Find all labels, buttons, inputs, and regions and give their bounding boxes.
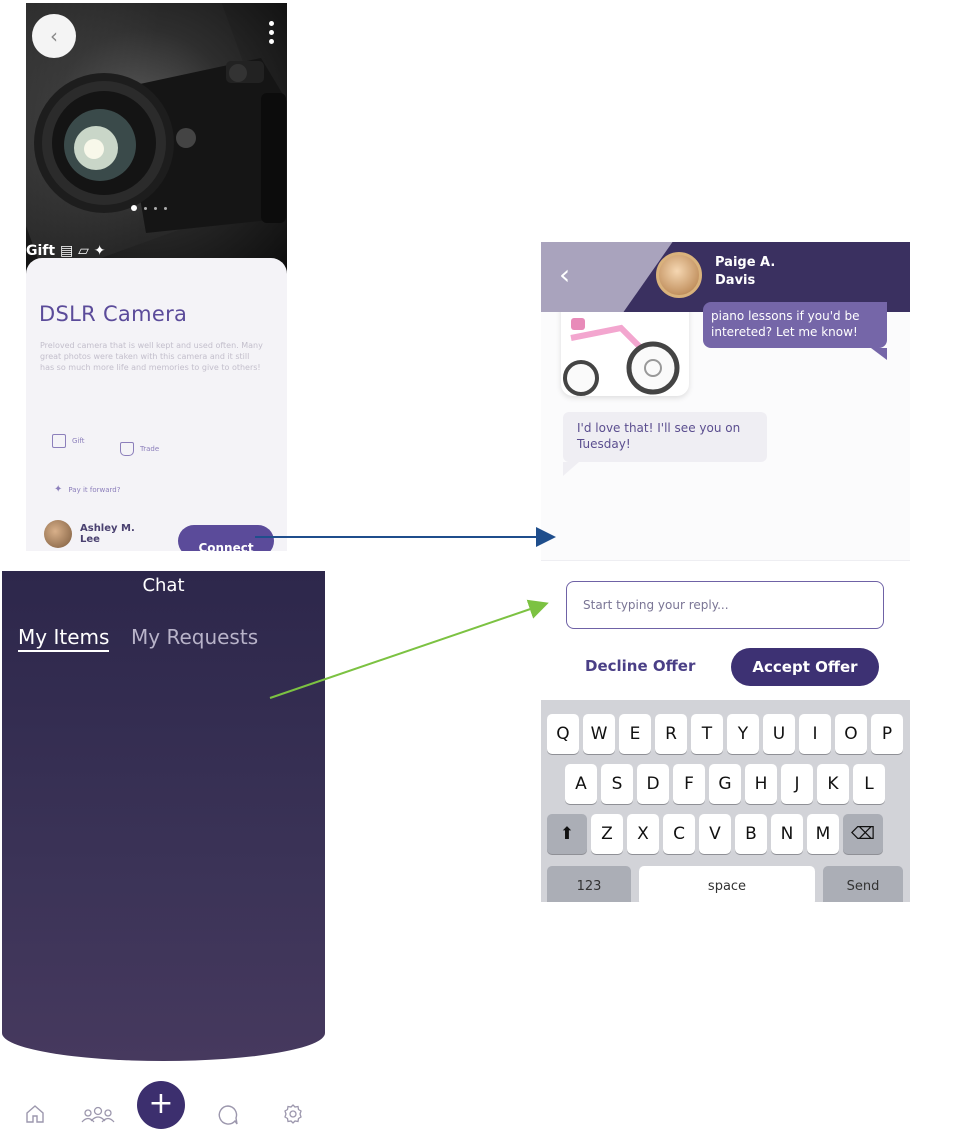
conversation-screen: ‹ Paige A. Davis piano lessons if you'd … [541, 242, 910, 902]
key-e[interactable]: E [619, 714, 651, 754]
shift-arrow-icon: ⬆ [559, 824, 575, 844]
basket-icon: ▱ [78, 243, 89, 259]
sparkle-icon: ✦ [93, 243, 106, 259]
key-m[interactable]: M [807, 814, 839, 854]
key-x[interactable]: X [627, 814, 659, 854]
incoming-message: piano lessons if you'd be intereted? Let… [703, 302, 887, 360]
accept-offer-button[interactable]: Accept Offer [731, 648, 879, 686]
key-n[interactable]: N [771, 814, 803, 854]
chat-bubble-icon[interactable] [216, 1103, 240, 1127]
keyboard-row-4: 123 space Send [547, 866, 903, 902]
option-trade-label: Trade [140, 445, 160, 453]
backspace-icon: ⌫ [850, 824, 876, 844]
item-detail-screen: ‹ Gift ▤ ▱ ✦ DSLR Camera Preloved camera… [26, 3, 287, 551]
avatar[interactable] [656, 252, 702, 298]
key-s[interactable]: S [601, 764, 633, 804]
key-b[interactable]: B [735, 814, 767, 854]
option-gift[interactable]: Gift [52, 434, 84, 448]
item-detail-card: DSLR Camera Preloved camera that is well… [26, 258, 287, 551]
back-button[interactable]: ‹ [559, 258, 570, 291]
shift-key[interactable]: ⬆ [547, 814, 587, 854]
back-button[interactable]: ‹ [32, 14, 76, 58]
key-z[interactable]: Z [591, 814, 623, 854]
key-v[interactable]: V [699, 814, 731, 854]
carousel-dots[interactable] [131, 205, 167, 211]
gift-label: Gift ▤ ▱ ✦ [26, 243, 105, 259]
tab-my-items[interactable]: My Items [18, 625, 110, 652]
keyboard: Q W E R T Y U I O P A S D F G H J K L ⬆ … [541, 700, 910, 902]
add-item-button[interactable]: + [137, 1081, 185, 1129]
chevron-left-icon: ‹ [559, 258, 571, 291]
basket-icon [120, 442, 134, 456]
people-icon[interactable] [80, 1103, 116, 1125]
backspace-key[interactable]: ⌫ [843, 814, 883, 854]
gift-icon: ▤ [59, 243, 74, 259]
key-c[interactable]: C [663, 814, 695, 854]
keyboard-row-2: A S D F G H J K L [565, 764, 885, 804]
key-y[interactable]: Y [727, 714, 759, 754]
reply-input[interactable] [566, 581, 884, 629]
gift-strip-text: Gift [26, 243, 56, 259]
key-p[interactable]: P [871, 714, 903, 754]
numbers-key[interactable]: 123 [547, 866, 631, 902]
key-r[interactable]: R [655, 714, 687, 754]
plus-icon: + [148, 1086, 174, 1121]
option-gift-label: Gift [72, 437, 85, 445]
key-w[interactable]: W [583, 714, 615, 754]
settings-icon[interactable] [282, 1103, 304, 1125]
chat-list-screen: Chat My Items My Requests + [2, 571, 325, 1136]
key-a[interactable]: A [565, 764, 597, 804]
key-l[interactable]: L [853, 764, 885, 804]
connect-button[interactable]: Connect [178, 525, 274, 551]
space-key[interactable]: space [639, 866, 815, 902]
chevron-left-icon: ‹ [50, 24, 58, 48]
reply-area: Decline Offer Accept Offer [541, 560, 910, 701]
key-o[interactable]: O [835, 714, 867, 754]
option-pay-it-forward[interactable]: ✦ Pay it forward? [54, 484, 120, 495]
key-h[interactable]: H [745, 764, 777, 804]
home-icon[interactable] [24, 1103, 46, 1125]
keyboard-row-1: Q W E R T Y U I O P [547, 714, 903, 754]
contact-name: Paige A. Davis [715, 255, 776, 288]
bicycle-image [563, 318, 680, 396]
page-title: Chat [142, 575, 185, 596]
owner-info[interactable]: Ashley M. Lee [44, 520, 140, 548]
send-key[interactable]: Send [823, 866, 903, 902]
key-d[interactable]: D [637, 764, 669, 804]
key-g[interactable]: G [709, 764, 741, 804]
item-image-card[interactable] [561, 298, 689, 396]
sparkle-icon: ✦ [54, 484, 63, 495]
key-k[interactable]: K [817, 764, 849, 804]
key-f[interactable]: F [673, 764, 705, 804]
option-trade[interactable]: Trade [120, 442, 159, 456]
more-options-icon[interactable] [265, 21, 277, 49]
key-q[interactable]: Q [547, 714, 579, 754]
item-title: DSLR Camera [39, 302, 188, 326]
tab-my-requests[interactable]: My Requests [131, 625, 258, 649]
camera-photo: ‹ Gift ▤ ▱ ✦ [26, 3, 287, 268]
decline-offer-button[interactable]: Decline Offer [585, 657, 695, 675]
key-t[interactable]: T [691, 714, 723, 754]
key-i[interactable]: I [799, 714, 831, 754]
keyboard-row-3: ⬆ Z X C V B N M ⌫ [547, 814, 883, 854]
avatar [44, 520, 72, 548]
bottom-navigation: + [2, 1081, 325, 1136]
outgoing-message: I'd love that! I'll see you on Tuesday! [563, 412, 767, 476]
gift-icon [52, 434, 66, 448]
owner-name: Ashley M. Lee [80, 523, 135, 545]
option-pay-it-forward-label: Pay it forward? [68, 485, 121, 494]
key-u[interactable]: U [763, 714, 795, 754]
item-description: Preloved camera that is well kept and us… [40, 341, 263, 372]
key-j[interactable]: J [781, 764, 813, 804]
